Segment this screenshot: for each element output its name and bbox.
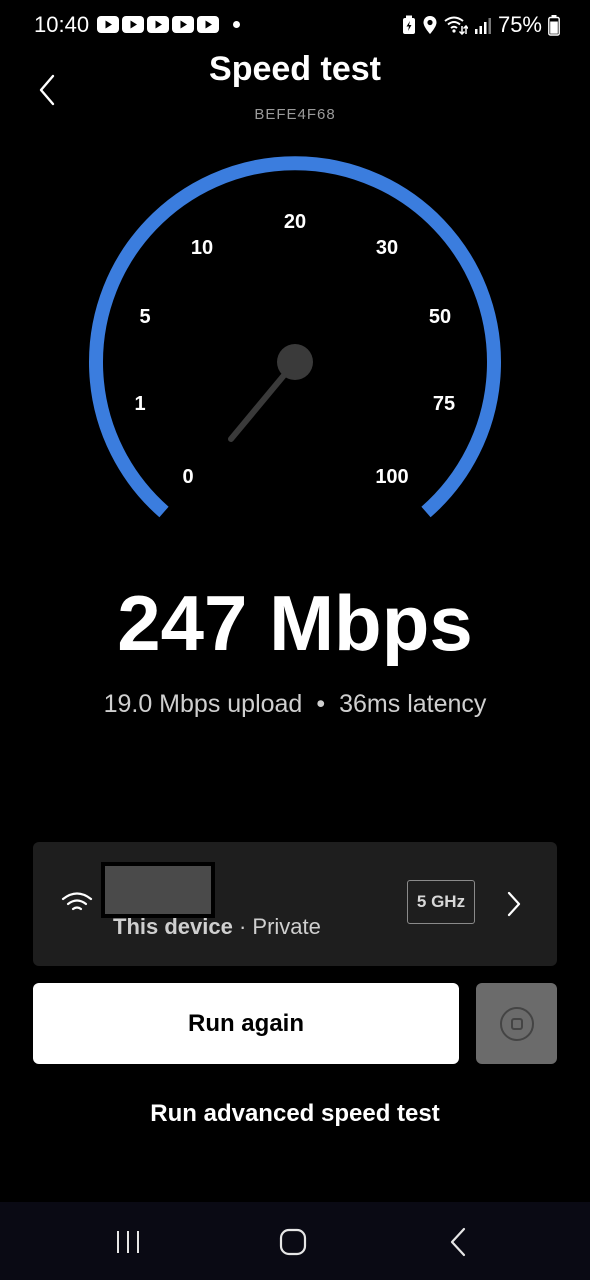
system-nav-bar: [0, 1202, 590, 1280]
wifi-signal-icon: [444, 16, 468, 35]
youtube-icon: [122, 16, 144, 33]
cell-signal-icon: [474, 18, 491, 34]
band-badge: 5 GHz: [407, 880, 475, 924]
status-indicators: 75%: [402, 12, 560, 38]
run-again-button[interactable]: Run again: [33, 983, 459, 1064]
subtitle-separator: ·: [232, 914, 253, 939]
youtube-icon: [147, 16, 169, 33]
network-card[interactable]: This device · Private 5 GHz: [33, 842, 557, 966]
latency: 36ms latency: [339, 690, 487, 718]
battery-percent: 75%: [497, 12, 542, 37]
battery-saver-icon: [402, 15, 415, 34]
location-icon: [423, 16, 437, 34]
network-name-redacted: [101, 862, 215, 918]
chevron-right-icon: [507, 891, 521, 917]
youtube-icon: [197, 16, 219, 33]
wifi-icon: [61, 892, 93, 911]
privacy-label: Private: [252, 914, 321, 939]
details-separator: •: [316, 690, 326, 718]
home-button[interactable]: [278, 1227, 308, 1257]
gauge-tick-1: 1: [134, 393, 145, 415]
recents-button[interactable]: [114, 1228, 142, 1256]
upload-speed: 19.0 Mbps upload: [103, 690, 303, 718]
gauge-tick-10: 10: [191, 237, 213, 259]
notification-icons: [97, 15, 219, 34]
gauge-tick-30: 30: [376, 237, 398, 259]
speed-gauge: 0 1 5 10 20 30 50 75 100: [89, 156, 501, 518]
status-time: 10:40: [34, 12, 90, 37]
youtube-icon: [172, 16, 194, 33]
gauge-tick-5: 5: [139, 306, 150, 328]
nav-back-button[interactable]: [448, 1226, 468, 1258]
device-label: This device: [113, 914, 233, 939]
more-notifications-dot-icon: [233, 21, 240, 28]
download-speed: 247 Mbps: [117, 579, 473, 667]
device-id: BEFE4F68: [254, 106, 336, 123]
status-bar: 10:40 75%: [0, 0, 590, 52]
network-subtitle: This device · Private: [113, 914, 321, 940]
gauge-needle-hub: [277, 344, 313, 380]
gauge-tick-50: 50: [429, 306, 451, 328]
gauge-tick-20: 20: [284, 211, 306, 233]
stop-icon: [499, 1006, 534, 1041]
battery-icon: [548, 15, 560, 36]
stop-button[interactable]: [476, 983, 557, 1064]
page-title: Speed test: [209, 50, 381, 88]
gauge-tick-75: 75: [433, 393, 455, 415]
gauge-tick-0: 0: [182, 466, 193, 488]
youtube-icon: [97, 16, 119, 33]
speed-test-screen: 10:40 75% Speed test BEFE4F68 0 1 5 10 2…: [0, 0, 590, 1280]
run-advanced-speed-test-link[interactable]: Run advanced speed test: [0, 1100, 590, 1128]
gauge-tick-100: 100: [375, 466, 408, 488]
speed-details: 19.0 Mbps upload • 36ms latency: [0, 690, 590, 719]
